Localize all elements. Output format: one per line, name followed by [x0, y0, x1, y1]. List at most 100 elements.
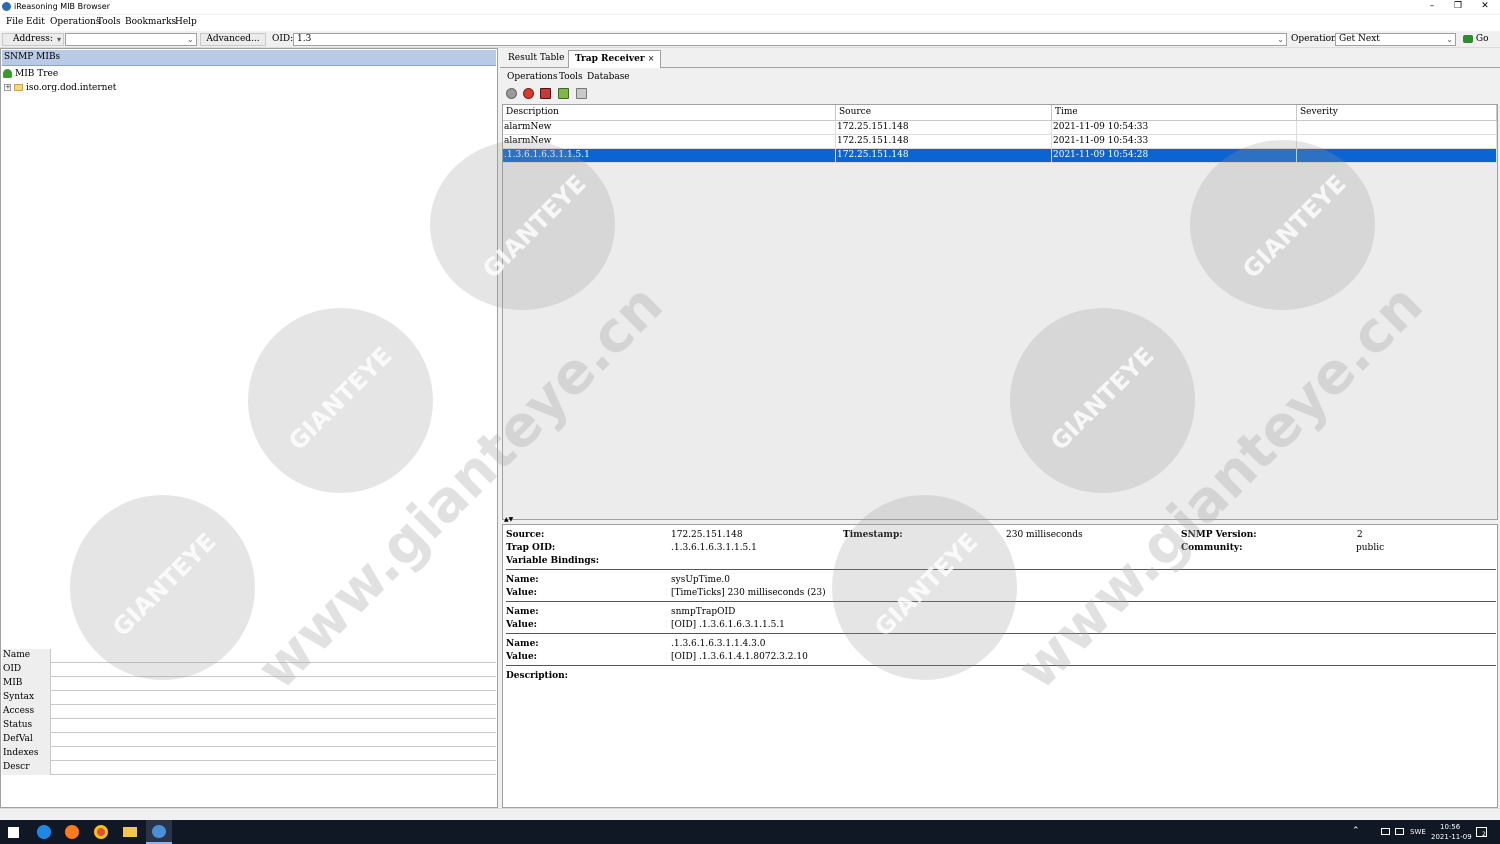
- prop-key: DefVal: [2, 733, 51, 747]
- snmp-version-value: 2: [1357, 530, 1363, 540]
- prop-row-descr: Descr: [2, 761, 496, 775]
- menu-bookmarks[interactable]: Bookmarks: [125, 17, 176, 27]
- close-tab-icon[interactable]: ×: [648, 54, 655, 63]
- prop-row-indexes: Indexes: [2, 747, 496, 761]
- table-row[interactable]: alarmNew 172.25.151.148 2021-11-09 10:54…: [503, 135, 1497, 149]
- taskbar: ⌃ SWE 10:56 2021-11-09 2: [0, 820, 1500, 844]
- volume-icon[interactable]: [1395, 828, 1404, 835]
- operations-select[interactable]: Get Next ⌄: [1335, 33, 1456, 46]
- chevron-down-icon[interactable]: ⌄: [1277, 34, 1284, 45]
- cell-time: 2021-11-09 10:54:33: [1052, 121, 1297, 135]
- advanced-button[interactable]: Advanced...: [200, 33, 266, 46]
- network-icon[interactable]: [1381, 828, 1390, 835]
- cell-time: 2021-11-09 10:54:33: [1052, 135, 1297, 149]
- table-row-selected[interactable]: .1.3.6.1.6.3.1.1.5.1 172.25.151.148 2021…: [503, 149, 1497, 163]
- tab-trap-receiver-label: Trap Receiver: [575, 54, 645, 64]
- start-icon[interactable]: [506, 88, 517, 99]
- col-severity[interactable]: Severity: [1297, 105, 1497, 121]
- go-button[interactable]: Go: [1463, 34, 1488, 44]
- maximize-button[interactable]: ❐: [1444, 0, 1472, 14]
- clock-time[interactable]: 10:56: [1440, 823, 1460, 831]
- go-icon: [1463, 34, 1473, 43]
- window-title: iReasoning MIB Browser: [14, 2, 111, 11]
- file-explorer-icon[interactable]: [123, 827, 137, 837]
- tree-root-label: MIB Tree: [15, 69, 59, 79]
- oid-input[interactable]: 1.3 ⌄: [293, 33, 1287, 46]
- col-source[interactable]: Source: [836, 105, 1052, 121]
- close-button[interactable]: ✕: [1471, 0, 1499, 14]
- submenu-operations[interactable]: Operations: [507, 72, 557, 82]
- prop-row-name: Name: [2, 649, 496, 663]
- prop-key: Name: [2, 649, 51, 663]
- language-indicator[interactable]: SWE: [1410, 828, 1426, 836]
- col-description[interactable]: Description: [503, 105, 836, 121]
- address-toolbar: Address: ▾ ⌄ Advanced... OID: 1.3 ⌄ Oper…: [0, 31, 1500, 48]
- table-row[interactable]: alarmNew 172.25.151.148 2021-11-09 10:54…: [503, 121, 1497, 135]
- source-label: Source:: [506, 530, 545, 540]
- prop-row-access: Access: [2, 705, 496, 719]
- menu-edit[interactable]: Edit: [26, 17, 45, 27]
- tree-child-label: iso.org.dod.internet: [26, 83, 117, 93]
- mib-browser-taskbar-button[interactable]: [146, 820, 172, 844]
- tab-trap-receiver[interactable]: Trap Receiver ×: [568, 50, 662, 68]
- divider: [506, 569, 1496, 570]
- go-label: Go: [1475, 34, 1489, 44]
- binding-value-label: Value:: [506, 588, 537, 598]
- prop-key: OID: [2, 663, 51, 677]
- prop-row-mib: MIB: [2, 677, 496, 691]
- col-time[interactable]: Time: [1052, 105, 1297, 121]
- menu-file[interactable]: File: [6, 17, 23, 27]
- binding-name-label: Name:: [506, 575, 539, 585]
- prop-key: Access: [2, 705, 51, 719]
- menu-tools[interactable]: Tools: [97, 17, 121, 27]
- show-hidden-icons-chevron-icon[interactable]: ⌃: [1352, 826, 1360, 836]
- trap-receiver-menu: Operations Tools Database: [500, 69, 1500, 85]
- oid-label: OID:: [272, 34, 294, 44]
- divider: [506, 633, 1496, 634]
- clock-date[interactable]: 2021-11-09: [1431, 833, 1472, 841]
- timestamp-value: 230 milliseconds: [1006, 530, 1083, 540]
- chevron-down-icon: ⌄: [1446, 35, 1453, 44]
- right-panel: Result Table Trap Receiver × Operations …: [500, 48, 1500, 808]
- delete-icon[interactable]: [540, 88, 551, 99]
- chrome-icon[interactable]: [94, 825, 108, 839]
- binding-name-label: Name:: [506, 607, 539, 617]
- firefox-icon[interactable]: [65, 825, 79, 839]
- binding-name-label: Name:: [506, 639, 539, 649]
- minimize-button[interactable]: –: [1418, 0, 1446, 14]
- submenu-database[interactable]: Database: [587, 72, 630, 82]
- notification-center-icon[interactable]: 2: [1476, 827, 1487, 838]
- prop-row-syntax: Syntax: [2, 691, 496, 705]
- tree-item-mib-tree[interactable]: MIB Tree: [3, 68, 58, 81]
- start-button-icon[interactable]: [8, 827, 19, 838]
- export-icon[interactable]: [558, 88, 569, 99]
- notification-count: 2: [1482, 831, 1486, 838]
- dropdown-arrow-icon: ▾: [56, 35, 61, 44]
- trap-table: Description Source Time Severity alarmNe…: [502, 104, 1498, 520]
- binding-value-label: Value:: [506, 620, 537, 630]
- tree-item-internet[interactable]: + iso.org.dod.internet: [4, 82, 116, 95]
- variable-bindings-label: Variable Bindings:: [506, 556, 600, 566]
- settings-icon[interactable]: [576, 88, 587, 99]
- binding-value: [TimeTicks] 230 milliseconds (23): [671, 588, 826, 598]
- cell-time: 2021-11-09 10:54:28: [1052, 149, 1297, 163]
- menu-help[interactable]: Help: [175, 17, 197, 27]
- binding-name: sysUpTime.0: [671, 575, 730, 585]
- stop-icon[interactable]: [523, 88, 534, 99]
- timestamp-label: Timestamp:: [843, 530, 903, 540]
- edge-icon[interactable]: [37, 825, 51, 839]
- address-dropdown[interactable]: Address: ▾: [2, 33, 64, 46]
- cell-severity: [1297, 135, 1497, 149]
- splitter-arrows-icon[interactable]: ▲▼: [504, 516, 513, 523]
- tab-result-table[interactable]: Result Table: [502, 50, 571, 68]
- address-label: Address:: [13, 34, 53, 44]
- cell-source: 172.25.151.148: [836, 121, 1052, 135]
- cell-description: alarmNew: [503, 121, 836, 135]
- prop-row-oid: OID: [2, 663, 496, 677]
- expand-icon[interactable]: +: [4, 84, 11, 91]
- binding-name: .1.3.6.1.6.3.1.1.4.3.0: [671, 639, 766, 649]
- menu-operations[interactable]: Operations: [50, 17, 100, 27]
- divider: [506, 601, 1496, 602]
- submenu-tools[interactable]: Tools: [559, 72, 583, 82]
- address-input[interactable]: [65, 33, 197, 46]
